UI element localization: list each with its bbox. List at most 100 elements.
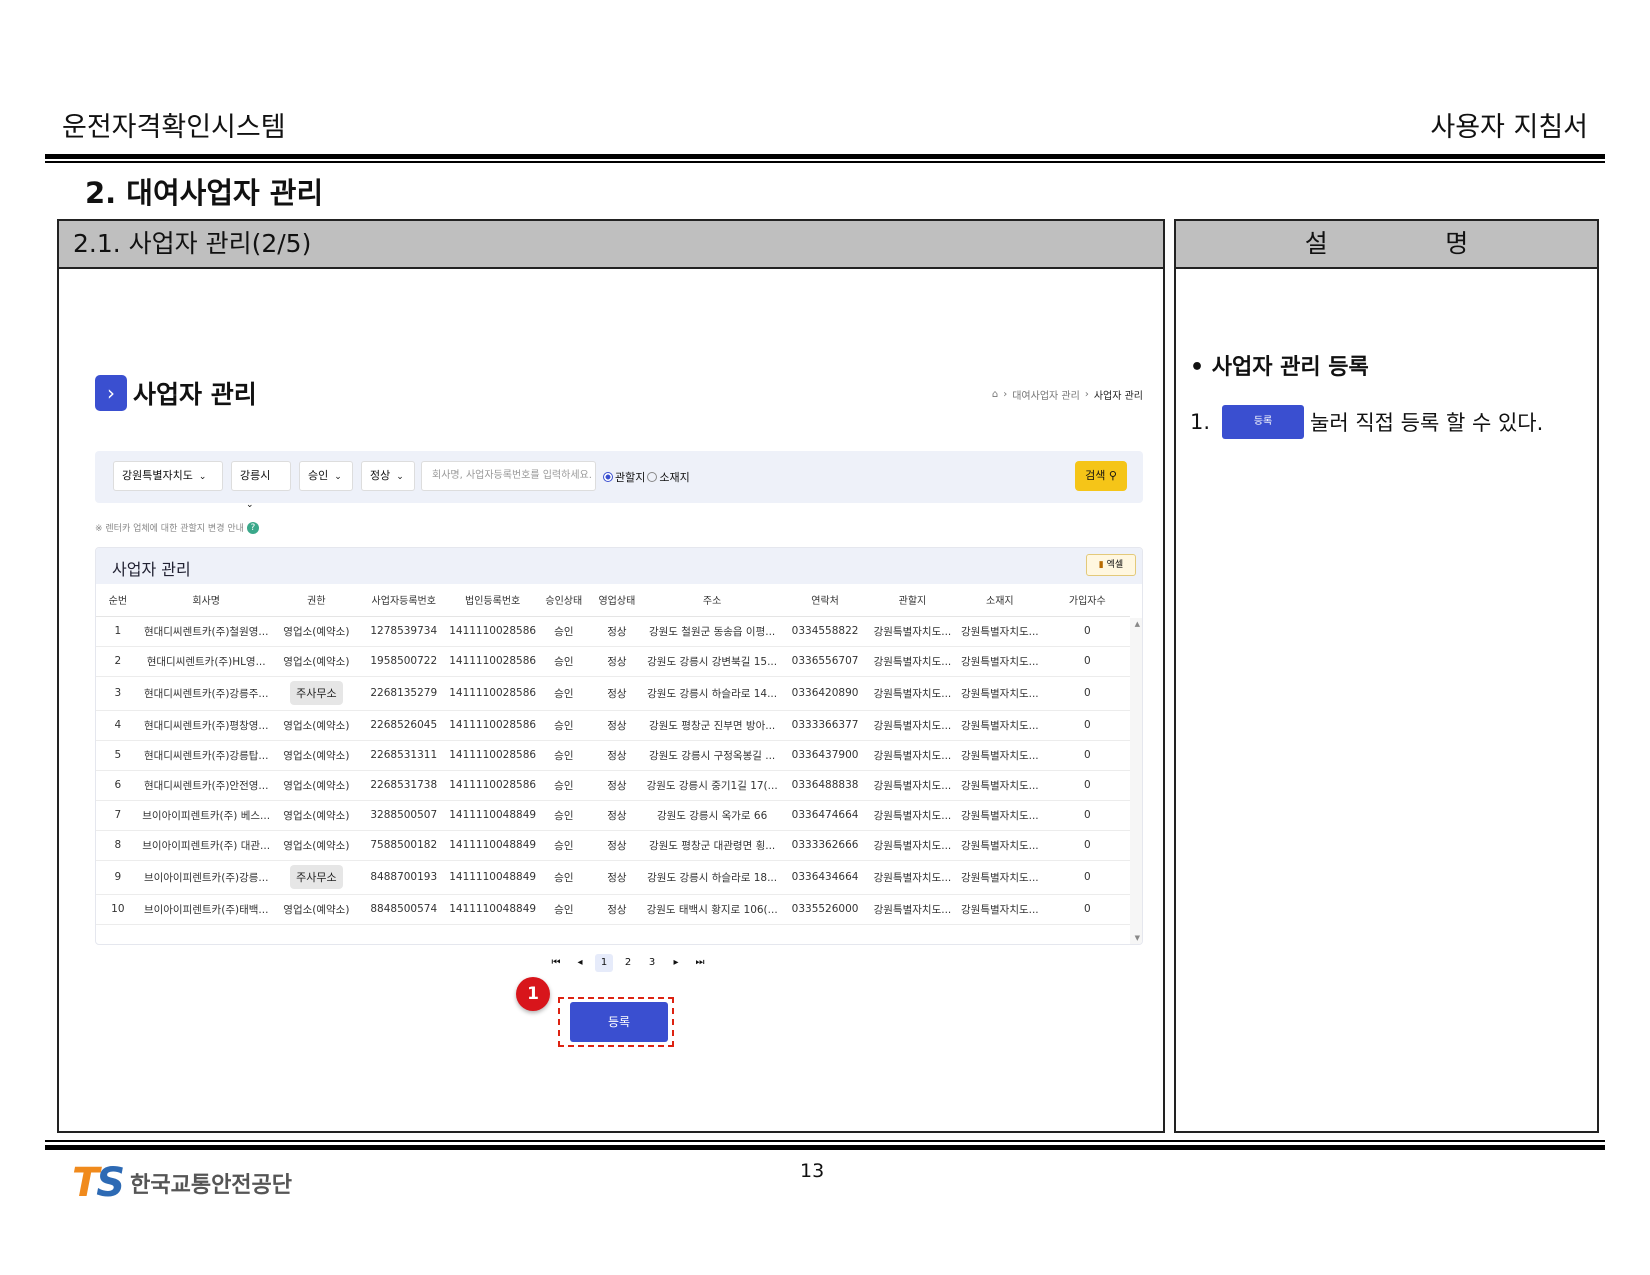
table-cell: 강원특별자치도...: [955, 676, 1045, 711]
screen-panel-title: 2.1. 사업자 관리(2/5): [59, 221, 1163, 269]
search-input[interactable]: 회사명, 사업자등록번호를 입력하세요.: [421, 461, 596, 491]
notice-text: ※ 렌터카 업체에 대한 관할지 변경 안내: [95, 524, 244, 534]
grid-scrollbar[interactable]: ▲ ▼: [1130, 618, 1142, 944]
header-rule: [45, 154, 1605, 159]
table-cell: 영업소(예약소): [272, 770, 361, 801]
page-3[interactable]: 3: [643, 954, 661, 972]
page-number: 13: [800, 1160, 825, 1182]
table-cell: 강원도 강릉시 중기1길 17(...: [643, 770, 781, 801]
prev-page-icon[interactable]: ◂: [571, 954, 589, 972]
approval-select[interactable]: 승인 ⌄: [299, 461, 353, 491]
table-cell: 10: [96, 894, 140, 925]
table-cell: 5: [96, 740, 140, 771]
city-select[interactable]: 강릉시 ⌄: [231, 461, 291, 510]
table-cell: 강원도 태백시 황지로 106(...: [643, 894, 781, 925]
search-scope-radio-group: 관할지 소재지: [603, 469, 690, 485]
table-cell: 강원특별자치도...: [869, 770, 956, 801]
header-rule-thin: [45, 161, 1605, 163]
table-cell: 강원특별자치도...: [955, 770, 1045, 801]
footer-rule-thin: [45, 1140, 1605, 1142]
region-select[interactable]: 강원특별자치도 ⌄: [113, 461, 223, 491]
next-page-icon[interactable]: ▸: [667, 954, 685, 972]
table-row[interactable]: 4 현대디씨렌트카(주)평창영... 영업소(예약소) 2268526045 14111…: [96, 710, 1130, 741]
table-row[interactable]: 6 현대디씨렌트카(주)안전영... 영업소(예약소) 2268531738 14111…: [96, 770, 1130, 801]
table-cell: 2268531311: [360, 740, 448, 771]
help-icon[interactable]: ?: [246, 521, 259, 534]
table-cell: 영업소(예약소): [272, 894, 361, 925]
radio-location-label: 소재지: [659, 471, 690, 484]
table-cell: 0: [1044, 770, 1130, 801]
table-cell: 주사무소: [272, 860, 361, 895]
table-cell: 현대디씨렌트카(주)철원영...: [139, 616, 273, 647]
table-cell: 0336556707: [780, 646, 870, 677]
table-cell: 1411110028586: [447, 770, 538, 801]
table-cell: 0: [1044, 860, 1130, 895]
table-cell: 강원도 평창군 진부면 방아...: [643, 710, 781, 741]
table-cell: 9: [96, 860, 140, 895]
grid-title: 사업자 관리: [112, 560, 191, 579]
table-cell: 정상: [589, 740, 644, 771]
doc-type: 사용자 지침서: [1430, 112, 1588, 143]
column-header: 가입자수: [1044, 584, 1130, 617]
status-select[interactable]: 정상 ⌄: [361, 461, 415, 491]
radio-jurisdiction[interactable]: [603, 472, 613, 482]
table-cell: 브이아이피렌트카(주) 대관...: [139, 830, 273, 861]
column-header: 연락처: [780, 584, 870, 617]
search-button[interactable]: 검색 ⚲: [1075, 461, 1127, 491]
table-row[interactable]: 8 브이아이피렌트카(주) 대관... 영업소(예약소) 7588500182 1411…: [96, 830, 1130, 861]
table-cell: 브이아이피렌트카(주)태백...: [139, 894, 273, 925]
status-select-value: 정상: [370, 469, 391, 482]
page-1[interactable]: 1: [595, 954, 613, 972]
table-row[interactable]: 5 현대디씨렌트카(주)강릉탑... 영업소(예약소) 2268531311 14111…: [96, 740, 1130, 771]
breadcrumb-separator: ›: [1084, 389, 1089, 400]
breadcrumb-level1[interactable]: 대여사업자 관리: [1012, 387, 1080, 402]
register-button[interactable]: 등록: [570, 1002, 668, 1042]
column-header: 주소: [643, 584, 781, 617]
description-title-right: 명: [1445, 229, 1469, 258]
screen-panel: 2.1. 사업자 관리(2/5) › 사업자 관리 ⌂ › 대여사업자 관리 ›…: [57, 219, 1165, 1133]
column-header: 법인등록번호: [447, 584, 538, 617]
page-2[interactable]: 2: [619, 954, 637, 972]
last-page-icon[interactable]: ⏭: [691, 954, 709, 972]
table-cell: 강원도 강릉시 구정옥봉길 ...: [643, 740, 781, 771]
table-row[interactable]: 3 현대디씨렌트카(주)강릉주... 주사무소 2268135279 141111002…: [96, 676, 1130, 711]
table-row[interactable]: 7 브이아이피렌트카(주) 베스... 영업소(예약소) 3288500507 1411…: [96, 800, 1130, 831]
table-row[interactable]: 1 현대디씨렌트카(주)철원영... 영업소(예약소) 1278539734 14111…: [96, 616, 1130, 647]
table-cell: 8488700193: [360, 860, 448, 895]
table-cell: 강원도 강릉시 하슬라로 18...: [643, 860, 781, 895]
table-cell: 0: [1044, 616, 1130, 647]
table-cell: 강원특별자치도...: [955, 830, 1045, 861]
grid-header: 사업자 관리 ▮ 엑셀: [96, 548, 1142, 584]
section-title: 2. 대여사업자 관리: [85, 176, 324, 210]
table-cell: 1411110048849: [447, 830, 538, 861]
chevron-down-icon: ⌄: [396, 472, 404, 482]
column-header: 회사명: [139, 584, 273, 617]
table-cell: 0334558822: [780, 616, 870, 647]
table-cell: 영업소(예약소): [272, 830, 361, 861]
step-index: 1.: [1190, 410, 1211, 434]
table-cell: 2268531738: [360, 770, 448, 801]
first-page-icon[interactable]: ⏮: [547, 954, 565, 972]
excel-button[interactable]: ▮ 엑셀: [1086, 554, 1136, 576]
radio-location[interactable]: [647, 472, 658, 482]
table-row[interactable]: 2 현대디씨렌트카(주)HL영... 영업소(예약소) 1958500722 14111…: [96, 646, 1130, 677]
table-row[interactable]: 9 브이아이피렌트카(주)강릉... 주사무소 8488700193 141111004…: [96, 860, 1130, 895]
pagination: ⏮ ◂ 1 2 3 ▸ ⏭: [547, 954, 709, 972]
table-cell: 0333366377: [780, 710, 870, 741]
table-cell: 영업소(예약소): [272, 740, 361, 771]
city-select-value: 강릉시: [240, 469, 271, 482]
description-panel-title: 설 명: [1176, 221, 1597, 269]
description-heading: • 사업자 관리 등록: [1190, 355, 1369, 380]
table-cell: 8848500574: [360, 894, 448, 925]
page-title: 사업자 관리: [133, 380, 257, 409]
scroll-up-icon[interactable]: ▲: [1135, 620, 1140, 628]
table-cell: 정상: [589, 770, 644, 801]
table-cell: 1278539734: [360, 616, 448, 647]
description-title-left: 설: [1304, 229, 1328, 258]
table-row[interactable]: 10 브이아이피렌트카(주)태백... 영업소(예약소) 8848500574 1411…: [96, 894, 1130, 925]
home-icon[interactable]: ⌂: [992, 389, 998, 400]
table-cell: 1411110028586: [447, 710, 538, 741]
scroll-down-icon[interactable]: ▼: [1135, 934, 1140, 942]
table-cell: 강원도 철원군 동송읍 이평...: [643, 616, 781, 647]
table-cell: 강원도 강릉시 하슬라로 14...: [643, 676, 781, 711]
